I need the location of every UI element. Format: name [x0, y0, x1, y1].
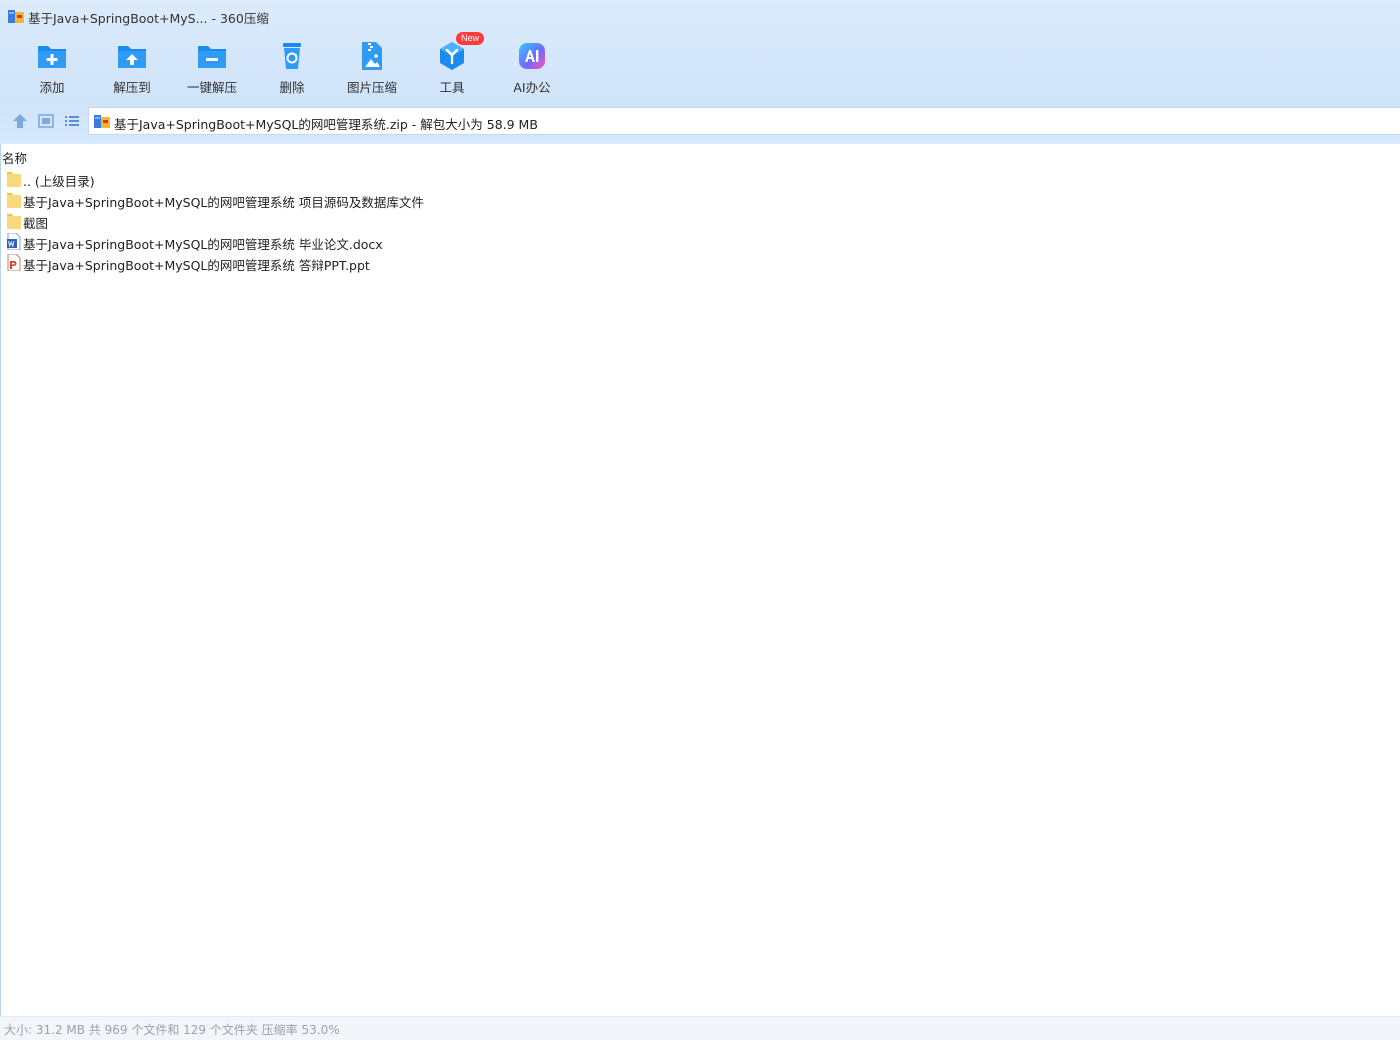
folder-icon [7, 193, 21, 208]
one-click-extract-label: 一键解压 [186, 80, 237, 95]
status-bar: 大小: 31.2 MB 共 969 个文件和 129 个文件夹 压缩率 53.0… [0, 1016, 1400, 1040]
thumbnail-view-icon[interactable] [37, 113, 55, 129]
tools-label: 工具 [439, 80, 465, 95]
delete-button[interactable]: 删除 [252, 38, 332, 100]
title-bar: 基于Java+SpringBoot+MyS... - 360压缩 [0, 0, 1400, 32]
folder-icon [7, 172, 21, 187]
top-area: 基于Java+SpringBoot+MyS... - 360压缩 添加 解压到 [0, 0, 1400, 144]
image-compress-button[interactable]: 图片压缩 [332, 38, 412, 100]
word-document-icon [7, 233, 21, 250]
column-header-name[interactable]: 名称 [2, 148, 27, 167]
one-click-extract-button[interactable]: 一键解压 [172, 38, 252, 100]
folder-icon [7, 214, 21, 229]
toolbar: 添加 解压到 一键解压 删除 图片压缩 New 工具 AI办公 [12, 32, 572, 100]
file-list: .. (上级目录) 基于Java+SpringBoot+MySQL的网吧管理系统… [1, 168, 1400, 273]
ai-office-button[interactable]: AI办公 [492, 38, 572, 100]
delete-label: 删除 [279, 80, 305, 95]
extract-to-label: 解压到 [113, 80, 151, 95]
list-item-source-folder[interactable]: 基于Java+SpringBoot+MySQL的网吧管理系统 项目源码及数据库文… [1, 189, 1400, 210]
one-click-extract-icon [198, 46, 226, 68]
file-name: 截图 [23, 216, 49, 231]
add-folder-icon [38, 46, 66, 68]
up-arrow-icon[interactable] [11, 113, 29, 129]
file-name: .. (上级目录) [23, 174, 95, 189]
add-button[interactable]: 添加 [12, 38, 92, 100]
file-name: 基于Java+SpringBoot+MySQL的网吧管理系统 答辩PPT.ppt [23, 258, 370, 273]
file-name: 基于Java+SpringBoot+MySQL的网吧管理系统 项目源码及数据库文… [23, 195, 424, 210]
file-name: 基于Java+SpringBoot+MySQL的网吧管理系统 毕业论文.docx [23, 237, 383, 252]
ai-office-icon [519, 43, 545, 69]
address-bar[interactable]: 基于Java+SpringBoot+MySQL的网吧管理系统.zip - 解包大… [88, 107, 1400, 135]
list-item-screenshots-folder[interactable]: 截图 [1, 210, 1400, 231]
image-compress-icon [362, 42, 382, 70]
file-pane: 名称 .. (上级目录) 基于Java+SpringBoot+MySQL的网吧管… [0, 144, 1400, 1016]
ai-office-label: AI办公 [513, 80, 551, 95]
tools-button[interactable]: New 工具 [412, 32, 492, 100]
list-view-icon[interactable] [63, 113, 81, 129]
list-item-parent-dir[interactable]: .. (上级目录) [1, 168, 1400, 189]
extract-to-icon [118, 46, 146, 68]
window-title: 基于Java+SpringBoot+MyS... - 360压缩 [28, 11, 269, 26]
status-text: 大小: 31.2 MB 共 969 个文件和 129 个文件夹 压缩率 53.0… [4, 1023, 340, 1037]
new-badge: New [456, 32, 485, 45]
archive-app-icon [8, 10, 24, 23]
list-item-defense-ppt[interactable]: 基于Java+SpringBoot+MySQL的网吧管理系统 答辩PPT.ppt [1, 252, 1400, 273]
zip-file-icon [94, 115, 110, 128]
powerpoint-document-icon [7, 254, 21, 271]
list-item-thesis-docx[interactable]: 基于Java+SpringBoot+MySQL的网吧管理系统 毕业论文.docx [1, 231, 1400, 252]
recycle-bin-icon [283, 43, 301, 69]
address-text: 基于Java+SpringBoot+MySQL的网吧管理系统.zip - 解包大… [114, 117, 538, 132]
extract-to-button[interactable]: 解压到 [92, 38, 172, 100]
image-compress-label: 图片压缩 [346, 80, 397, 95]
add-label: 添加 [39, 80, 65, 95]
